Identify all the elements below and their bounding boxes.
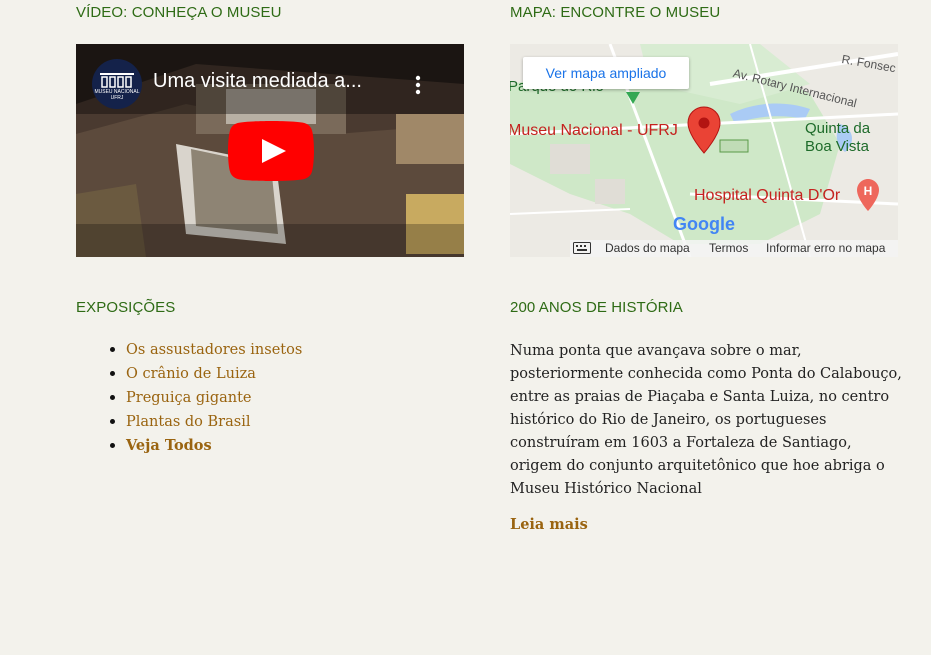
map-label-museu[interactable]: Museu Nacional - UFRJ [510, 122, 678, 140]
park-pin-icon [626, 92, 640, 104]
list-item: O crânio de Luiza [126, 362, 302, 386]
map-label-quinta: Quinta da [805, 120, 871, 137]
map-report-link[interactable]: Informar erro no mapa [766, 240, 885, 257]
svg-text:H: H [864, 184, 873, 198]
google-map-embed[interactable]: H Parque do Rio Museu Nacional - UFRJ Qu… [510, 44, 898, 257]
exhibitions-heading: EXPOSIÇÕES [76, 299, 176, 316]
video-title[interactable]: Uma visita mediada a... [153, 70, 362, 93]
more-options-icon[interactable] [414, 74, 422, 96]
google-logo: Google [673, 214, 735, 234]
play-button-icon[interactable] [228, 121, 314, 181]
keyboard-icon[interactable] [573, 242, 591, 254]
exhibition-link-insetos[interactable]: Os assustadores insetos [126, 342, 302, 358]
map-label-hospital: Hospital Quinta D'Or [694, 187, 841, 204]
map-label-boa-vista: Boa Vista [805, 138, 869, 155]
map-terms-link[interactable]: Termos [709, 240, 748, 257]
see-all-link[interactable]: Veja Todos [126, 437, 212, 454]
exhibitions-list: Os assustadores insetos O crânio de Luiz… [106, 338, 302, 457]
youtube-video-embed[interactable]: MUSEU NACIONAL UFRJ Uma visita mediada a… [76, 44, 464, 257]
list-item: Os assustadores insetos [126, 338, 302, 362]
history-heading: 200 ANOS DE HISTÓRIA [510, 299, 683, 316]
list-item: Veja Todos [126, 434, 302, 457]
list-item: Preguiça gigante [126, 386, 302, 410]
museum-logo-icon [100, 73, 134, 88]
exhibition-link-luiza[interactable]: O crânio de Luiza [126, 366, 256, 382]
channel-avatar[interactable]: MUSEU NACIONAL UFRJ [92, 59, 142, 109]
map-footer: Dados do mapa Termos Informar erro no ma… [570, 240, 898, 257]
view-larger-map-button[interactable]: Ver mapa ampliado [523, 57, 689, 89]
museum-pin-icon[interactable] [687, 106, 721, 154]
map-heading: MAPA: ENCONTRE O MUSEU [510, 4, 721, 21]
list-item: Plantas do Brasil [126, 410, 302, 434]
history-text: Numa ponta que avançava sobre o mar, pos… [510, 343, 902, 497]
read-more-link[interactable]: Leia mais [510, 516, 588, 533]
video-heading: VÍDEO: CONHEÇA O MUSEU [76, 4, 282, 21]
hospital-pin-icon: H [857, 179, 879, 211]
exhibition-link-plantas[interactable]: Plantas do Brasil [126, 414, 250, 430]
exhibition-link-preguica[interactable]: Preguiça gigante [126, 390, 252, 406]
map-data-link[interactable]: Dados do mapa [605, 240, 690, 257]
channel-logo-text: MUSEU NACIONAL UFRJ [94, 89, 140, 101]
